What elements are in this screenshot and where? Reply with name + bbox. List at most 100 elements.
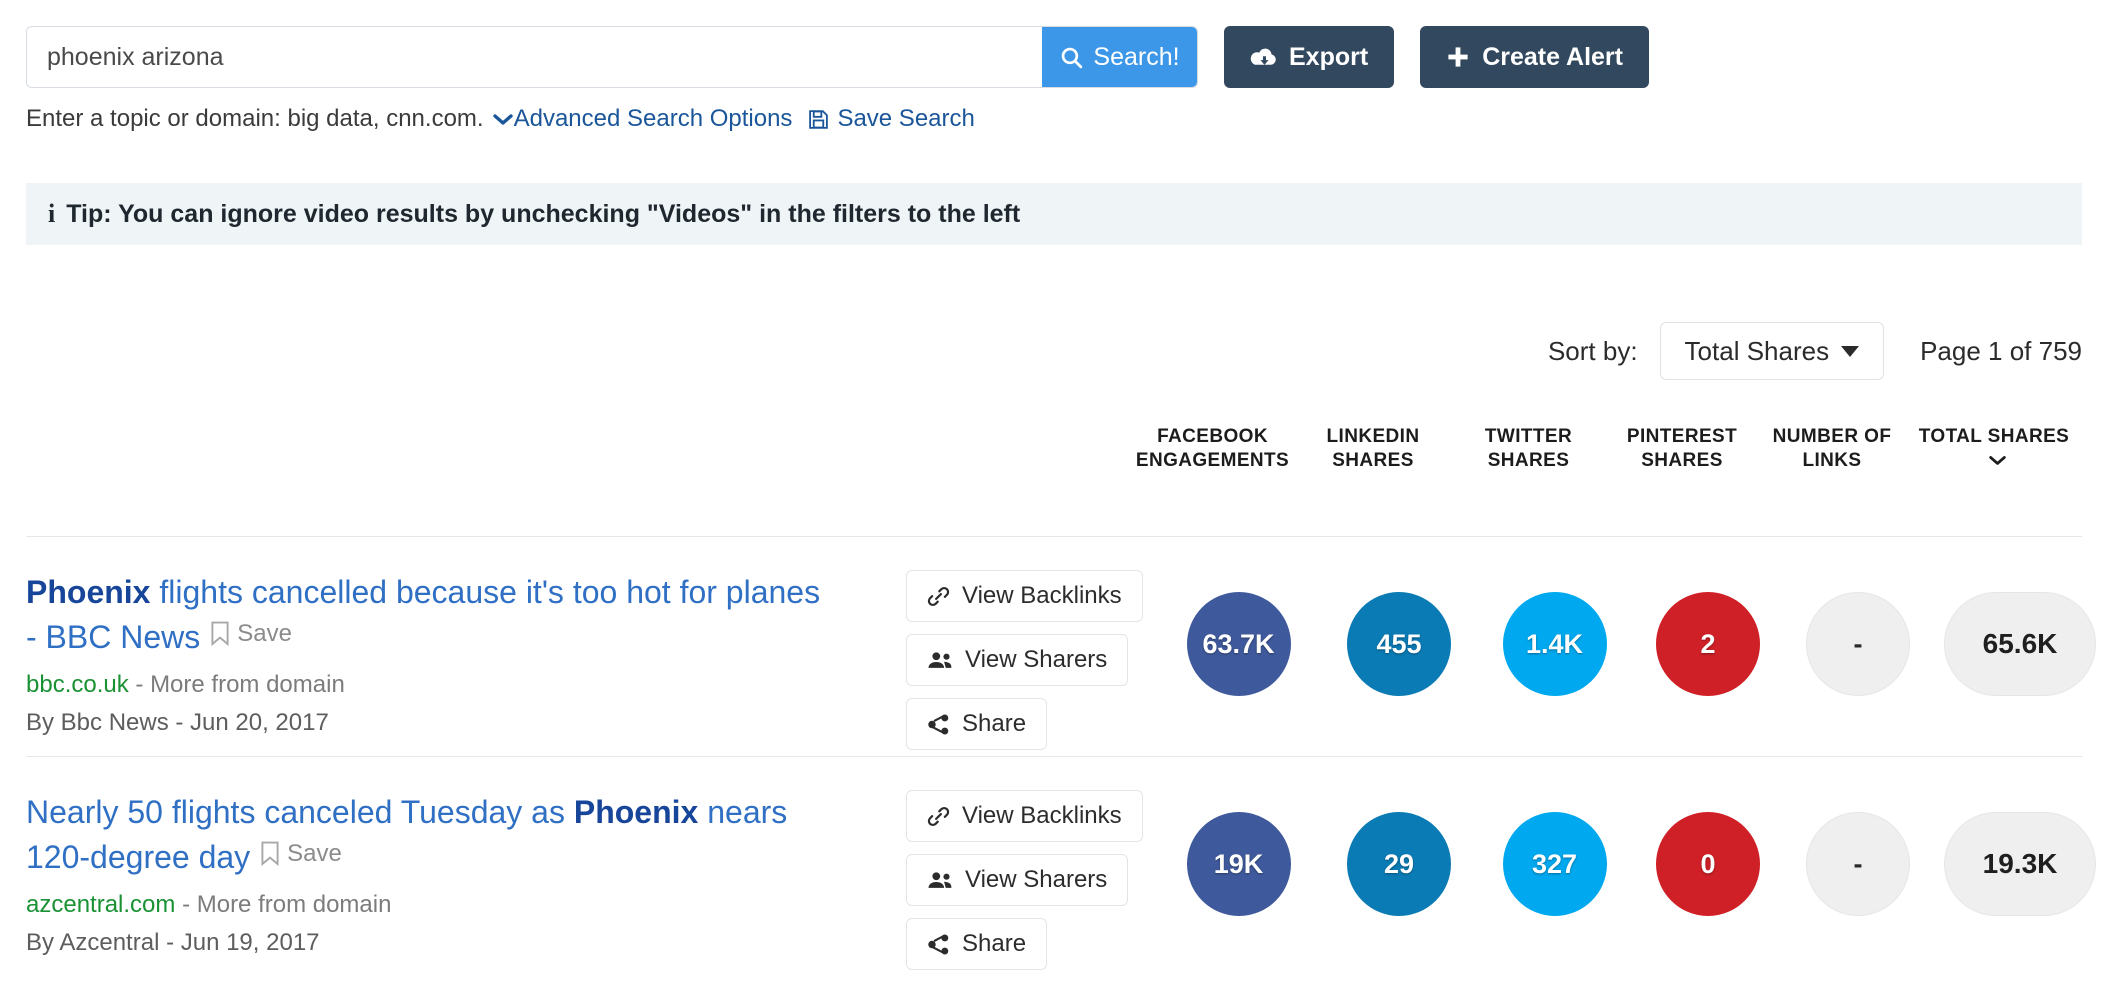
chevron-down-icon bbox=[492, 112, 514, 126]
column-header-facebook-engagements: FACEBOOK ENGAGEMENTS bbox=[1135, 426, 1290, 471]
save-label: Save bbox=[237, 619, 292, 647]
save-result-button[interactable]: Save bbox=[260, 837, 342, 871]
sort-by-select[interactable]: Total Shares bbox=[1659, 322, 1885, 380]
metric-twitter-shares: 1.4K bbox=[1502, 592, 1607, 696]
save-search-link[interactable]: Save Search bbox=[808, 105, 975, 133]
sort-toolbar: Sort by: Total Shares Page 1 of 759 bbox=[1548, 322, 2082, 380]
metric-pinterest-shares: 2 bbox=[1656, 592, 1760, 696]
sort-by-value: Total Shares bbox=[1684, 335, 1830, 366]
result-metrics: 63.7K 455 1.4K 2 - 65.6K bbox=[1156, 592, 2108, 696]
view-sharers-button[interactable]: View Sharers bbox=[906, 854, 1129, 906]
result-row: Phoenix flights cancelled because it's t… bbox=[26, 570, 2096, 750]
save-label: Save bbox=[287, 839, 342, 867]
result-actions: View Backlinks View Sharers Share bbox=[906, 570, 1143, 750]
result-metrics: 19K 29 327 0 - 19.3K bbox=[1156, 812, 2108, 916]
metric-cell-twitter: 327 bbox=[1477, 812, 1632, 916]
create-alert-button-label: Create Alert bbox=[1482, 42, 1623, 71]
metric-cell-facebook: 63.7K bbox=[1156, 592, 1321, 696]
column-header-total-shares[interactable]: TOTAL SHARES bbox=[1906, 425, 2082, 473]
export-button[interactable]: Export bbox=[1224, 26, 1395, 88]
metric-linkedin-shares: 455 bbox=[1347, 592, 1451, 696]
view-backlinks-label: View Backlinks bbox=[962, 802, 1122, 829]
metric-number-of-links: - bbox=[1806, 812, 1910, 916]
metric-cell-links: - bbox=[1784, 812, 1932, 916]
metric-linkedin-shares: 29 bbox=[1347, 812, 1451, 916]
share-label: Share bbox=[962, 710, 1027, 737]
view-sharers-button[interactable]: View Sharers bbox=[906, 634, 1129, 686]
search-button-label: Search! bbox=[1093, 42, 1180, 71]
metric-cell-linkedin: 29 bbox=[1321, 812, 1477, 916]
metric-cell-pinterest: 0 bbox=[1632, 812, 1784, 916]
result-title-highlight: Phoenix bbox=[26, 574, 151, 610]
view-backlinks-label: View Backlinks bbox=[962, 582, 1122, 609]
column-header-pinterest-shares: PINTEREST SHARES bbox=[1626, 426, 1738, 471]
more-from-domain-link[interactable]: - More from domain bbox=[182, 891, 391, 918]
share-button[interactable]: Share bbox=[906, 918, 1048, 970]
metric-cell-links: - bbox=[1784, 592, 1932, 696]
metric-total-shares: 65.6K bbox=[1944, 592, 2096, 696]
metric-cell-total: 19.3K bbox=[1932, 812, 2108, 916]
save-search-label: Save Search bbox=[837, 105, 975, 132]
advanced-search-options-link[interactable]: Advanced Search Options bbox=[514, 105, 793, 133]
view-sharers-label: View Sharers bbox=[965, 866, 1108, 893]
search-hint-row: Enter a topic or domain: big data, cnn.c… bbox=[26, 105, 975, 133]
tip-banner: i Tip: You can ignore video results by u… bbox=[26, 183, 2082, 245]
column-header-twitter-shares: TWITTER SHARES bbox=[1484, 426, 1573, 471]
bookmark-icon bbox=[260, 841, 280, 867]
share-button[interactable]: Share bbox=[906, 698, 1048, 750]
result-domain-link[interactable]: bbc.co.uk bbox=[26, 671, 129, 698]
metric-number-of-links: - bbox=[1806, 592, 1910, 696]
result-title-highlight: Phoenix bbox=[573, 794, 699, 830]
search-icon bbox=[1059, 45, 1084, 70]
share-label: Share bbox=[962, 930, 1027, 957]
result-title-link[interactable]: Nearly 50 flights canceled Tuesday as Ph… bbox=[26, 790, 826, 881]
metric-total-shares: 19.3K bbox=[1944, 812, 2096, 916]
users-icon bbox=[927, 870, 953, 890]
view-sharers-label: View Sharers bbox=[965, 646, 1108, 673]
metric-facebook-engagements: 19K bbox=[1186, 812, 1291, 916]
metrics-column-headers: FACEBOOK ENGAGEMENTS LINKEDIN SHARES TWI… bbox=[1130, 425, 2082, 473]
search-input[interactable] bbox=[27, 27, 1042, 87]
search-results-page: Search! Export Create Alert Enter a topi… bbox=[0, 0, 2108, 1008]
result-actions: View Backlinks View Sharers Share bbox=[906, 790, 1143, 970]
info-icon: i bbox=[48, 199, 56, 228]
search-toolbar: Search! Export Create Alert bbox=[26, 26, 1649, 88]
caret-down-icon bbox=[1841, 345, 1860, 357]
view-backlinks-button[interactable]: View Backlinks bbox=[906, 570, 1143, 622]
metric-facebook-engagements: 63.7K bbox=[1186, 592, 1291, 696]
result-row: Nearly 50 flights canceled Tuesday as Ph… bbox=[26, 790, 2096, 970]
sort-chevron-down-icon bbox=[1988, 454, 2007, 466]
page-indicator: Page 1 of 759 bbox=[1920, 335, 2082, 366]
result-title-pre: Nearly 50 flights canceled Tuesday as bbox=[26, 794, 574, 830]
users-icon bbox=[927, 650, 953, 670]
result-domain-link[interactable]: azcentral.com bbox=[26, 891, 175, 918]
bookmark-icon bbox=[210, 621, 230, 647]
divider bbox=[26, 756, 2082, 757]
metric-cell-linkedin: 455 bbox=[1321, 592, 1477, 696]
metric-cell-twitter: 1.4K bbox=[1477, 592, 1632, 696]
create-alert-button[interactable]: Create Alert bbox=[1420, 26, 1649, 88]
share-nodes-icon bbox=[927, 933, 950, 956]
metric-cell-facebook: 19K bbox=[1156, 812, 1321, 916]
divider bbox=[26, 536, 2082, 537]
floppy-disk-icon bbox=[808, 109, 829, 130]
search-button[interactable]: Search! bbox=[1042, 27, 1197, 87]
metric-twitter-shares: 327 bbox=[1502, 812, 1607, 916]
tip-text: Tip: You can ignore video results by unc… bbox=[66, 199, 1021, 228]
metric-pinterest-shares: 0 bbox=[1656, 812, 1760, 916]
view-backlinks-button[interactable]: View Backlinks bbox=[906, 790, 1143, 842]
column-header-number-of-links: NUMBER OF LINKS bbox=[1772, 426, 1892, 471]
sort-by-label: Sort by: bbox=[1547, 335, 1638, 366]
search-hint-text: Enter a topic or domain: big data, cnn.c… bbox=[26, 105, 484, 132]
result-title-link[interactable]: Phoenix flights cancelled because it's t… bbox=[26, 570, 826, 661]
column-header-linkedin-shares: LINKEDIN SHARES bbox=[1326, 426, 1420, 471]
export-button-label: Export bbox=[1289, 42, 1369, 71]
metric-cell-pinterest: 2 bbox=[1632, 592, 1784, 696]
link-icon bbox=[927, 585, 950, 608]
advanced-search-options-label: Advanced Search Options bbox=[513, 105, 793, 132]
metric-cell-total: 65.6K bbox=[1932, 592, 2108, 696]
share-nodes-icon bbox=[927, 713, 950, 736]
plus-icon bbox=[1446, 45, 1470, 69]
save-result-button[interactable]: Save bbox=[210, 617, 292, 651]
more-from-domain-link[interactable]: - More from domain bbox=[135, 671, 344, 698]
